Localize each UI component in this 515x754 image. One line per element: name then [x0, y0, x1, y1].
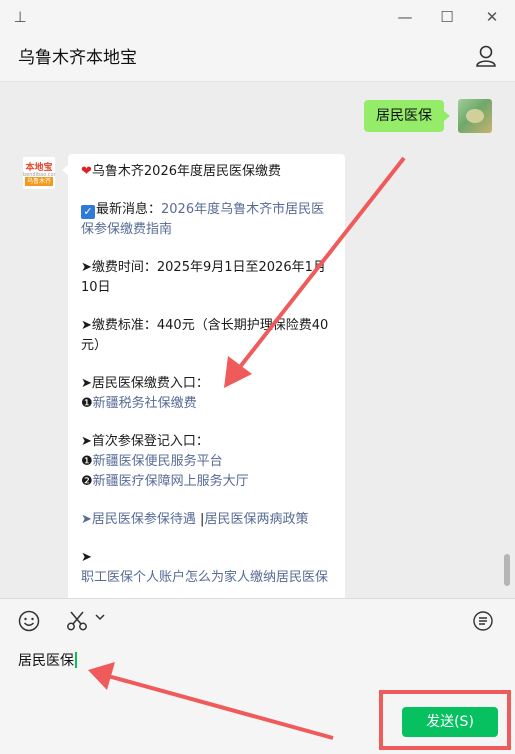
chat-area[interactable]: 居民医保 本地宝 bendibao.com 乌鲁木齐 ❤乌鲁木齐2026年度居民…	[0, 82, 515, 598]
policy-prefix: ➤	[81, 512, 92, 527]
user-icon[interactable]	[475, 44, 497, 68]
text-caret	[75, 652, 77, 668]
heart-icon: ❤	[81, 164, 92, 179]
first-bullet-2: ❷	[81, 474, 93, 489]
payment-time: ➤缴费时间：2025年9月1日至2026年1月10日	[81, 260, 326, 295]
first-registration-label: ➤首次参保登记入口：	[81, 434, 209, 449]
bot-avatar[interactable]: 本地宝 bendibao.com 乌鲁木齐	[22, 156, 56, 190]
emoji-icon[interactable]	[18, 610, 40, 632]
tax-payment-link[interactable]: 新疆税务社保缴费	[93, 396, 197, 411]
chat-title: 乌鲁木齐本地宝	[18, 48, 137, 68]
last-prefix: ➤	[81, 550, 92, 565]
send-button[interactable]: 发送(S)	[402, 707, 498, 737]
title-bar: ⊥ — ☐ ✕	[0, 0, 515, 34]
chat-header: 乌鲁木齐本地宝	[0, 34, 515, 82]
typed-text: 居民医保	[18, 653, 74, 669]
latest-label: 最新消息：	[96, 202, 162, 217]
chevron-down-icon[interactable]	[94, 611, 106, 623]
my-message-bubble[interactable]: 居民医保	[364, 100, 450, 132]
close-button[interactable]: ✕	[480, 5, 504, 29]
employee-account-link[interactable]: 职工医保个人账户怎么为家人缴纳居民医保	[81, 570, 328, 585]
pin-icon[interactable]: ⊥	[8, 5, 32, 29]
avatar-city: 乌鲁木齐	[25, 177, 53, 186]
minimize-button[interactable]: —	[393, 5, 417, 29]
message-title: 乌鲁木齐2026年度居民医保缴费	[91, 164, 281, 179]
bot-message-bubble[interactable]: ❤乌鲁木齐2026年度居民医保缴费 ✓ 最新消息：2026年度乌鲁木齐市居民医保参…	[62, 154, 345, 598]
medical-service-platform-link[interactable]: 新疆医保便民服务平台	[93, 454, 223, 469]
two-diseases-policy-link[interactable]: 居民医保两病政策	[204, 512, 308, 527]
chat-history-icon[interactable]	[472, 610, 494, 632]
check-icon: ✓	[81, 205, 95, 219]
chat-scrollbar[interactable]	[504, 554, 510, 586]
entry-label: ➤居民医保缴费入口：	[81, 376, 209, 391]
message-input[interactable]: 居民医保	[18, 650, 77, 670]
medical-online-hall-link[interactable]: 新疆医疗保障网上服务大厅	[93, 474, 249, 489]
entry-bullet: ❶	[81, 396, 93, 411]
first-bullet-1: ❶	[81, 454, 93, 469]
payment-standard: ➤缴费标准：440元（含长期护理保险费40元）	[81, 318, 329, 353]
scissors-icon[interactable]	[66, 610, 88, 632]
maximize-button[interactable]: ☐	[435, 5, 459, 29]
insurance-benefits-link[interactable]: 居民医保参保待遇	[92, 512, 196, 527]
my-avatar[interactable]	[458, 99, 492, 133]
